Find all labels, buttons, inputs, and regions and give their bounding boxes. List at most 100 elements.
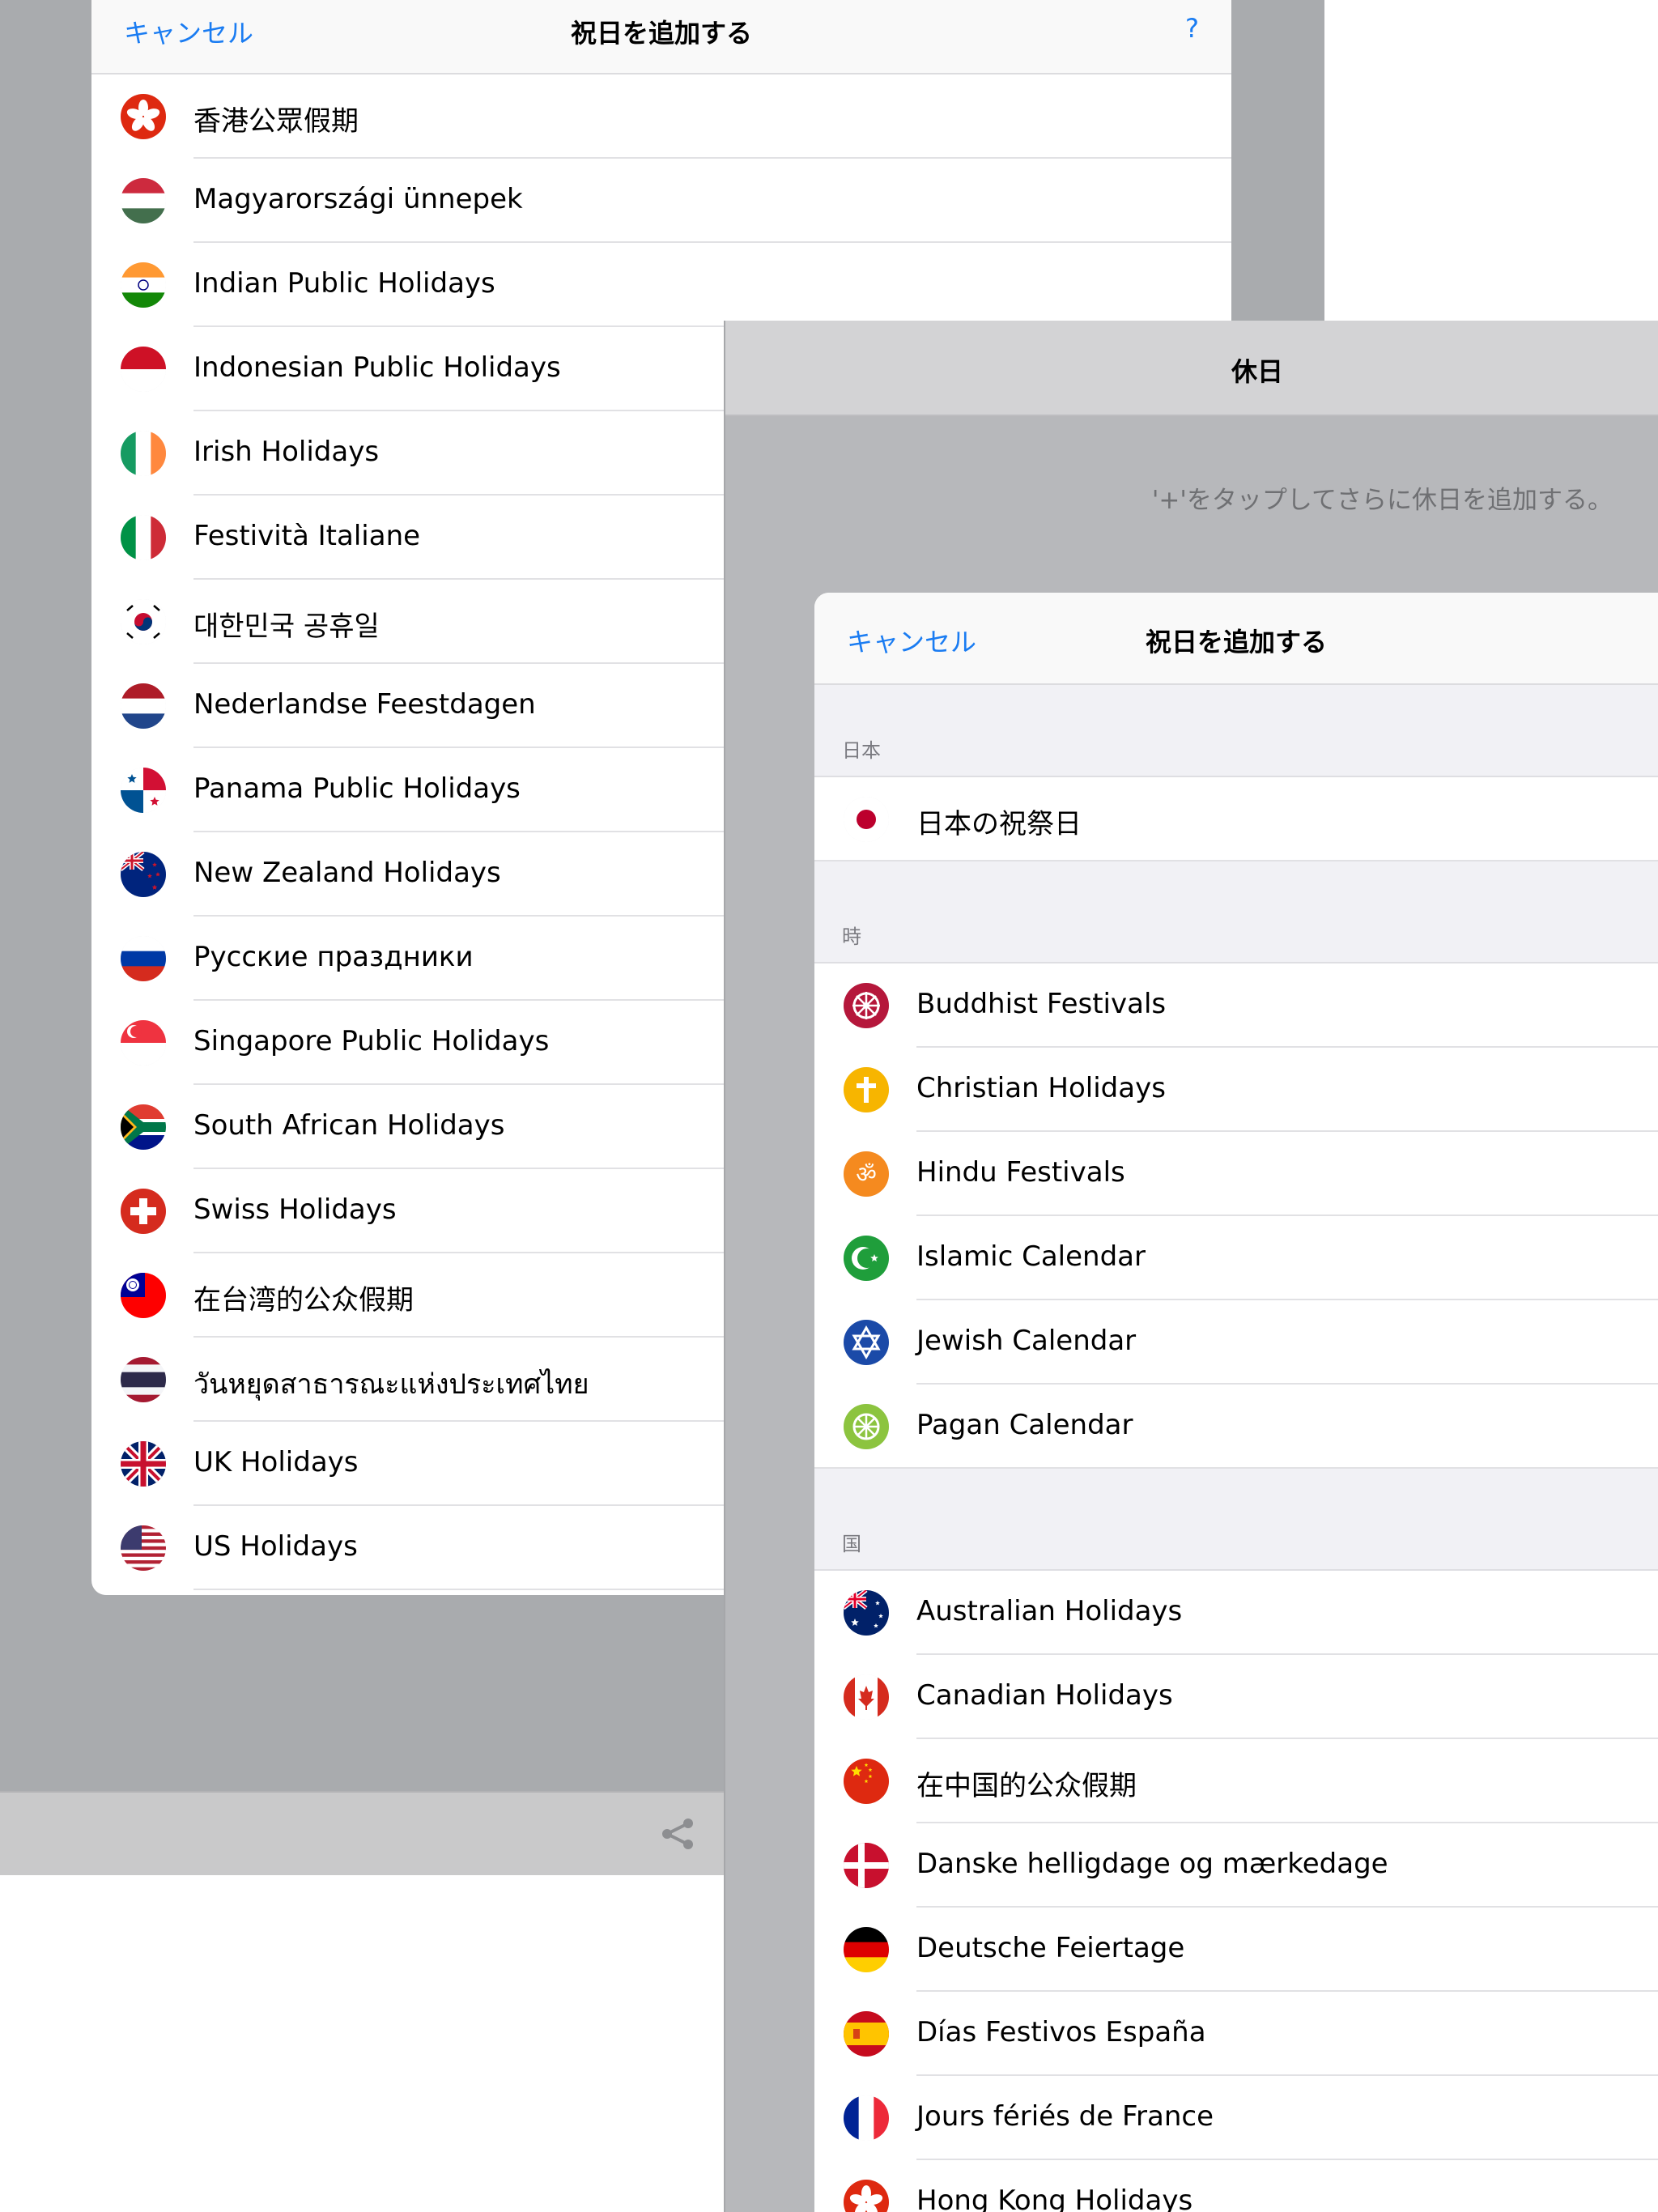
list-item[interactable]: 香港公眾假期	[91, 74, 1231, 159]
list-item-label: Swiss Holidays	[193, 1193, 397, 1226]
list-item-label: 在中国的公众假期	[916, 1770, 1137, 1802]
list-item-label: 香港公眾假期	[193, 105, 359, 138]
nav-bar: キャンセル 祝日を追加する ?	[91, 0, 1231, 74]
list-item-label: Danske helligdage og mærkedage	[916, 1848, 1388, 1880]
svg-text:ॐ: ॐ	[856, 1161, 877, 1188]
section-label: 国	[842, 1533, 861, 1555]
background-blank	[0, 1875, 729, 2212]
tw-flag-icon	[121, 1273, 166, 1318]
list-item-label: Pagan Calendar	[916, 1409, 1133, 1441]
list-item-label: Australian Holidays	[916, 1595, 1183, 1627]
list-item-label: Panama Public Holidays	[193, 772, 521, 805]
jewish-flag-icon	[844, 1320, 889, 1365]
section-header: 国	[814, 1469, 1658, 1571]
list-item-label: วันหยุดสาธารณะแห่งประเทศไทย	[193, 1368, 589, 1401]
ru-flag-icon	[121, 936, 166, 981]
gb-flag-icon	[121, 1441, 166, 1487]
list-item[interactable]: Canadian Holidays	[814, 1655, 1658, 1739]
kr-flag-icon	[121, 599, 166, 644]
list-item-label: Jours fériés de France	[916, 2100, 1214, 2133]
bottom-toolbar	[0, 1791, 729, 1877]
list-item-label: Irish Holidays	[193, 436, 380, 468]
list-item-label: Hindu Festivals	[916, 1156, 1125, 1189]
pagan-flag-icon	[844, 1404, 889, 1449]
list-item-label: Nederlandse Feestdagen	[193, 688, 536, 721]
list-item-label: Jewish Calendar	[916, 1325, 1137, 1357]
hindu-flag-icon: ॐ	[844, 1151, 889, 1197]
hk-flag-icon	[844, 2180, 889, 2212]
list-item-label: Islamic Calendar	[916, 1240, 1146, 1273]
ch-flag-icon	[121, 1189, 166, 1234]
sheet-title: 祝日を追加する	[570, 18, 752, 49]
us-flag-icon	[121, 1525, 166, 1571]
list-item-label: Canadian Holidays	[916, 1679, 1173, 1712]
panel-title: 休日	[1231, 356, 1283, 387]
sg-flag-icon	[121, 1020, 166, 1066]
it-flag-icon	[121, 515, 166, 560]
section-label: 日本	[842, 739, 881, 762]
islamic-flag-icon	[844, 1236, 889, 1281]
holiday-sections: 日本日本の祝祭日時 Buddhist Festivals Christian Hol…	[814, 685, 1658, 2212]
list-item-label: Festività Italiane	[193, 520, 421, 552]
list-item[interactable]: 日本の祝祭日	[814, 777, 1658, 861]
list-item-label: New Zealand Holidays	[193, 857, 501, 889]
list-item[interactable]: Hong Kong Holidays	[814, 2160, 1658, 2212]
list-item[interactable]: Buddhist Festivals	[814, 963, 1658, 1048]
hk-flag-icon	[121, 94, 166, 139]
list-item-label: US Holidays	[193, 1530, 358, 1563]
list-item[interactable]: Indian Public Holidays	[91, 243, 1231, 327]
es-flag-icon	[844, 2011, 889, 2057]
list-item[interactable]: Christian Holidays	[814, 1048, 1658, 1132]
list-item-label: Deutsche Feiertage	[916, 1932, 1185, 1964]
list-item[interactable]: 在中国的公众假期	[814, 1739, 1658, 1823]
list-item[interactable]: Pagan Calendar	[814, 1385, 1658, 1469]
nav-bar: キャンセル 祝日を追加する	[814, 593, 1658, 685]
list-item-label: UK Holidays	[193, 1446, 359, 1478]
list-item[interactable]: ॐ Hindu Festivals	[814, 1132, 1658, 1216]
buddhist-flag-icon	[844, 983, 889, 1028]
list-item[interactable]: Islamic Calendar	[814, 1216, 1658, 1300]
hu-flag-icon	[121, 178, 166, 223]
list-item-label: Indian Public Holidays	[193, 267, 495, 300]
in-flag-icon	[121, 262, 166, 308]
nl-flag-icon	[121, 683, 166, 729]
help-button[interactable]: ?	[1185, 13, 1199, 44]
nz-flag-icon	[121, 852, 166, 897]
cn-flag-icon	[844, 1759, 889, 1804]
list-item[interactable]: Días Festivos España	[814, 1992, 1658, 2076]
list-item-label: Christian Holidays	[916, 1072, 1166, 1104]
list-item-label: 대한민국 공휴일	[193, 610, 380, 643]
list-item-label: Buddhist Festivals	[916, 988, 1167, 1020]
add-holidays-sheet-front: キャンセル 祝日を追加する 日本日本の祝祭日時 Buddhist Festival…	[814, 593, 1658, 2212]
list-item[interactable]: Australian Holidays	[814, 1571, 1658, 1655]
list-item[interactable]: Jours fériés de France	[814, 2076, 1658, 2160]
th-flag-icon	[121, 1357, 166, 1402]
panel-hint: '+'をタップしてさらに休日を追加する。	[1151, 486, 1613, 515]
section-header: 時	[814, 861, 1658, 963]
list-item[interactable]: Danske helligdage og mærkedage	[814, 1823, 1658, 1908]
za-flag-icon	[121, 1104, 166, 1150]
list-item-label: Magyarországi ünnepek	[193, 183, 523, 215]
fr-flag-icon	[844, 2095, 889, 2141]
panel-header: 休日	[725, 321, 1658, 416]
section-header: 日本	[814, 685, 1658, 777]
list-item-label: 在台湾的公众假期	[193, 1284, 414, 1317]
list-item[interactable]: Deutsche Feiertage	[814, 1908, 1658, 1992]
de-flag-icon	[844, 1927, 889, 1972]
list-item[interactable]: Magyarországi ünnepek	[91, 159, 1231, 243]
list-item-label: Indonesian Public Holidays	[193, 351, 561, 384]
sheet-title: 祝日を追加する	[1145, 627, 1327, 657]
pa-flag-icon	[121, 768, 166, 813]
id-flag-icon	[121, 347, 166, 392]
au-flag-icon	[844, 1590, 889, 1636]
jp-flag-icon	[844, 797, 889, 842]
list-item-label: Русские праздники	[193, 941, 474, 973]
share-icon[interactable]	[657, 1814, 698, 1854]
ie-flag-icon	[121, 431, 166, 476]
list-item-label: 日本の祝祭日	[916, 808, 1082, 840]
list-item-label: Hong Kong Holidays	[916, 2184, 1193, 2212]
section-label: 時	[842, 925, 861, 948]
list-item-label: Días Festivos España	[916, 2016, 1206, 2048]
christian-flag-icon	[844, 1067, 889, 1112]
list-item[interactable]: Jewish Calendar	[814, 1300, 1658, 1385]
